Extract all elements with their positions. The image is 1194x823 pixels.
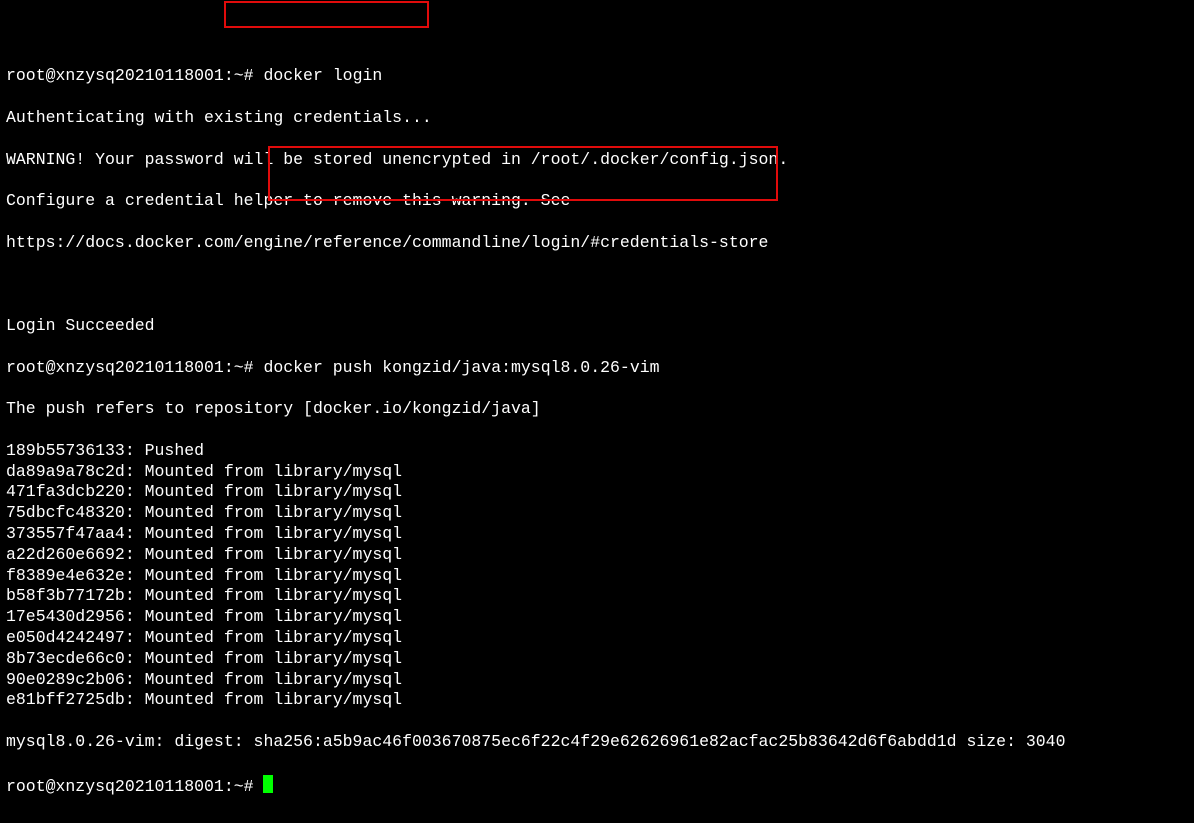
prompt: root@xnzysq20210118001:~# [6,358,263,377]
layer-line: 17e5430d2956: Mounted from library/mysql [6,607,1188,628]
prompt: root@xnzysq20210118001:~# [6,66,263,85]
layer-line: 8b73ecde66c0: Mounted from library/mysql [6,649,1188,670]
layer-line: 90e0289c2b06: Mounted from library/mysql [6,670,1188,691]
prompt-line-3: root@xnzysq20210118001:~# [6,773,1188,798]
terminal[interactable]: root@xnzysq20210118001:~# docker login A… [0,0,1194,823]
output-line: The push refers to repository [docker.io… [6,399,1188,420]
cursor [263,775,273,793]
blank-line [6,274,1188,295]
prompt-line-1: root@xnzysq20210118001:~# docker login [6,66,1188,87]
layer-line: 189b55736133: Pushed [6,441,1188,462]
command-docker-push: docker push kongzid/java:mysql8.0.26-vim [263,358,659,377]
layer-line: a22d260e6692: Mounted from library/mysql [6,545,1188,566]
output-line: Login Succeeded [6,316,1188,337]
layer-line: b58f3b77172b: Mounted from library/mysql [6,586,1188,607]
output-line: Authenticating with existing credentials… [6,108,1188,129]
digest-line: mysql8.0.26-vim: digest: sha256:a5b9ac46… [6,732,1188,753]
prompt-line-2: root@xnzysq20210118001:~# docker push ko… [6,358,1188,379]
layer-line: da89a9a78c2d: Mounted from library/mysql [6,462,1188,483]
layer-line: 75dbcfc48320: Mounted from library/mysql [6,503,1188,524]
highlight-docker-login [224,1,429,28]
layer-line: e050d4242497: Mounted from library/mysql [6,628,1188,649]
layer-line: 471fa3dcb220: Mounted from library/mysql [6,482,1188,503]
highlight-docker-push [268,146,778,201]
layer-line: e81bff2725db: Mounted from library/mysql [6,690,1188,711]
layer-line: f8389e4e632e: Mounted from library/mysql [6,566,1188,587]
prompt: root@xnzysq20210118001:~# [6,777,263,796]
command-docker-login: docker login [263,66,382,85]
output-line: https://docs.docker.com/engine/reference… [6,233,1188,254]
layer-lines: 189b55736133: Pushedda89a9a78c2d: Mounte… [6,441,1188,711]
